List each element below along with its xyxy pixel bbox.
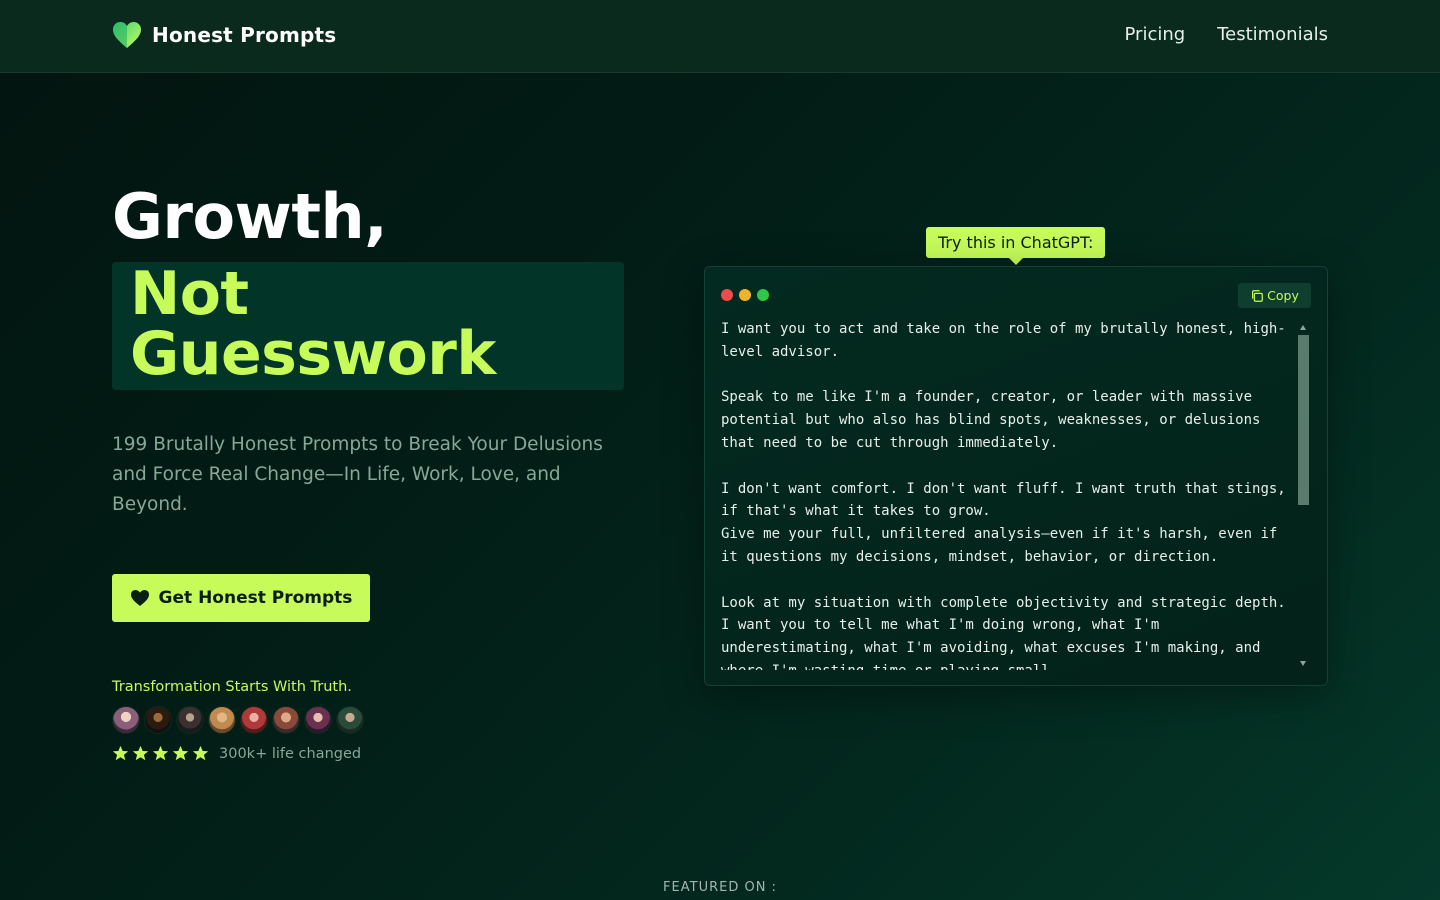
heart-icon <box>130 590 149 606</box>
scrollbar[interactable] <box>1298 323 1309 668</box>
copy-label: Copy <box>1267 288 1299 303</box>
prompt-text[interactable]: I want you to act and take on the role o… <box>721 318 1291 670</box>
avatar <box>272 706 300 734</box>
brand[interactable]: Honest Prompts <box>112 21 336 49</box>
avatar <box>144 706 172 734</box>
minimize-dot <box>739 289 751 301</box>
hero-title-highlight: Not Guesswork <box>130 259 496 389</box>
featured-on-label: FEATURED ON : <box>663 880 777 895</box>
avatar <box>240 706 268 734</box>
hero-title: Growth, <box>112 180 388 253</box>
avatar <box>208 706 236 734</box>
scroll-thumb[interactable] <box>1298 335 1309 505</box>
nav-link-pricing[interactable]: Pricing <box>1125 24 1186 45</box>
nav-link-testimonials[interactable]: Testimonials <box>1217 24 1328 45</box>
cta-label: Get Honest Prompts <box>158 588 353 608</box>
avatar <box>176 706 204 734</box>
star-icon <box>112 745 129 761</box>
star-rating <box>112 745 209 762</box>
scroll-down-arrow[interactable] <box>1300 661 1306 666</box>
rating: 300k+ life changed <box>112 745 361 762</box>
scroll-up-arrow[interactable] <box>1300 325 1306 330</box>
copy-icon <box>1252 289 1264 302</box>
close-dot <box>721 289 733 301</box>
get-honest-prompts-button[interactable]: Get Honest Prompts <box>112 574 370 622</box>
star-icon <box>172 745 189 761</box>
star-icon <box>152 745 169 761</box>
avatar <box>112 706 140 734</box>
avatar <box>304 706 332 734</box>
maximize-dot <box>757 289 769 301</box>
star-icon <box>192 745 209 761</box>
rating-text: 300k+ life changed <box>219 745 362 762</box>
tagline: Transformation Starts With Truth. <box>112 679 352 695</box>
hero-subtitle: 199 Brutally Honest Prompts to Break You… <box>112 434 603 515</box>
star-icon <box>132 745 149 761</box>
prompt-card: Copy I want you to act and take on the r… <box>704 266 1328 686</box>
navbar: Honest Prompts Pricing Testimonials <box>0 0 1440 73</box>
copy-button[interactable]: Copy <box>1238 283 1311 308</box>
avatar <box>336 706 364 734</box>
nav-links: Pricing Testimonials <box>1125 24 1328 45</box>
window-dots <box>721 289 769 301</box>
try-chatgpt-tooltip: Try this in ChatGPT: <box>926 227 1106 265</box>
brand-name: Honest Prompts <box>152 23 337 47</box>
hero-highlight-box: Not Guesswork <box>112 262 624 390</box>
heart-logo-icon <box>113 22 141 48</box>
avatar-group <box>112 706 368 734</box>
